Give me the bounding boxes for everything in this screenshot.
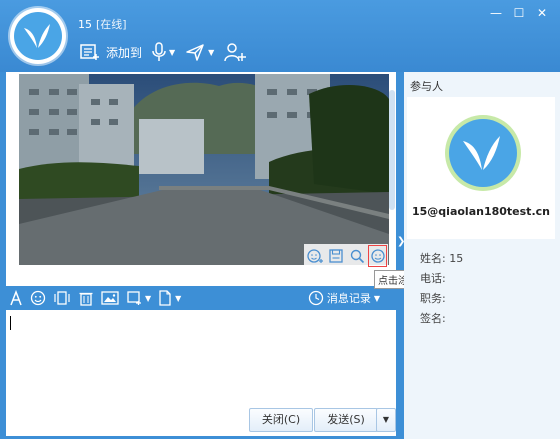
save-icon [328,249,343,263]
font-button[interactable] [9,290,23,306]
add-list-icon [80,44,99,60]
picture-icon [101,291,119,305]
message-history-button[interactable]: 消息记录 ▼ [308,287,380,309]
participant-card: 15@qiaolan180test.cn [407,97,555,239]
close-icon[interactable]: ✕ [533,6,551,22]
app-logo [10,8,66,64]
send-button[interactable]: 发送(S) [314,408,378,432]
title-label: 职务: [420,292,446,305]
save-image-button[interactable] [325,244,346,268]
send-image-button[interactable] [101,290,119,306]
file-icon [159,290,171,306]
chevron-down-icon[interactable]: ▼ [145,294,151,303]
doodle-icon [370,249,385,263]
shake-icon [54,291,70,305]
delete-button[interactable] [78,290,94,306]
doodle-button[interactable] [367,244,388,268]
magnifier-icon [350,249,364,264]
header-toolbar: 添加到 ▼ ▼ [80,40,256,64]
font-icon [10,290,22,306]
scrollbar-thumb[interactable] [389,90,395,210]
send-options-button[interactable]: ▼ [376,408,396,432]
contact-status: [在线] [96,18,127,31]
zoom-image-button[interactable] [346,244,367,268]
emoji-add-icon [306,249,323,263]
add-person-button[interactable] [224,40,247,64]
chevron-down-icon[interactable]: ▼ [169,48,175,57]
clock-icon [308,290,323,306]
send-file-button[interactable]: ▼ [185,40,214,64]
participant-email: 15@qiaolan180test.cn [412,205,550,218]
chevron-down-icon[interactable]: ▼ [175,294,181,303]
trash-icon [79,292,93,306]
image-toolbar [304,244,388,268]
send-file-small-button[interactable]: ▼ [158,290,181,306]
name-label: 姓名: [420,252,446,265]
add-emoji-image-button[interactable] [304,244,325,268]
close-button[interactable]: 关闭(C) [249,408,313,432]
screenshot-button[interactable]: ▼ [126,290,151,306]
shared-photo[interactable] [19,74,389,265]
participants-panel: 参与人 15@qiaolan180test.cn 姓名: 15 电话: 职务: … [404,72,560,439]
chevron-down-icon[interactable]: ▼ [208,48,214,57]
message-input[interactable]: 关闭(C) 发送(S) ▼ [6,310,396,436]
header: 15 [在线] — ☐ ✕ 添加到 ▼ ▼ [0,0,560,72]
chat-window: 15 [在线] — ☐ ✕ 添加到 ▼ ▼ 点击涂鸦 ▼ ▼ 消息记录 ▼ 关闭… [0,0,560,439]
shake-button[interactable] [53,290,71,306]
voice-button[interactable]: ▼ [152,40,175,64]
message-history-label: 消息记录 [326,292,371,305]
emoji-button[interactable] [30,290,46,306]
smiley-icon [30,290,46,306]
maximize-icon[interactable]: ☐ [510,6,528,22]
chevron-down-icon[interactable]: ▼ [374,294,380,303]
input-toolbar: ▼ ▼ 消息记录 ▼ [0,287,396,309]
add-to-label: 添加到 [106,45,143,60]
collapse-panel-icon[interactable]: ❯ [397,232,405,252]
microphone-icon [152,42,166,61]
text-cursor [10,316,11,330]
paper-plane-icon [186,44,204,61]
add-person-icon [224,43,247,62]
minimize-icon[interactable]: — [487,6,505,22]
contact-title: 15 [在线] [78,16,127,32]
add-to-button[interactable]: 添加到 [80,40,142,64]
signature-label: 签名: [420,312,446,325]
participant-avatar[interactable] [445,115,521,191]
screenshot-icon [127,291,141,305]
phone-label: 电话: [420,272,446,285]
name-value: 15 [449,252,464,265]
contact-name: 15 [78,18,92,31]
participants-title: 参与人 [410,80,443,93]
name-row: 姓名: 15 [420,250,463,266]
